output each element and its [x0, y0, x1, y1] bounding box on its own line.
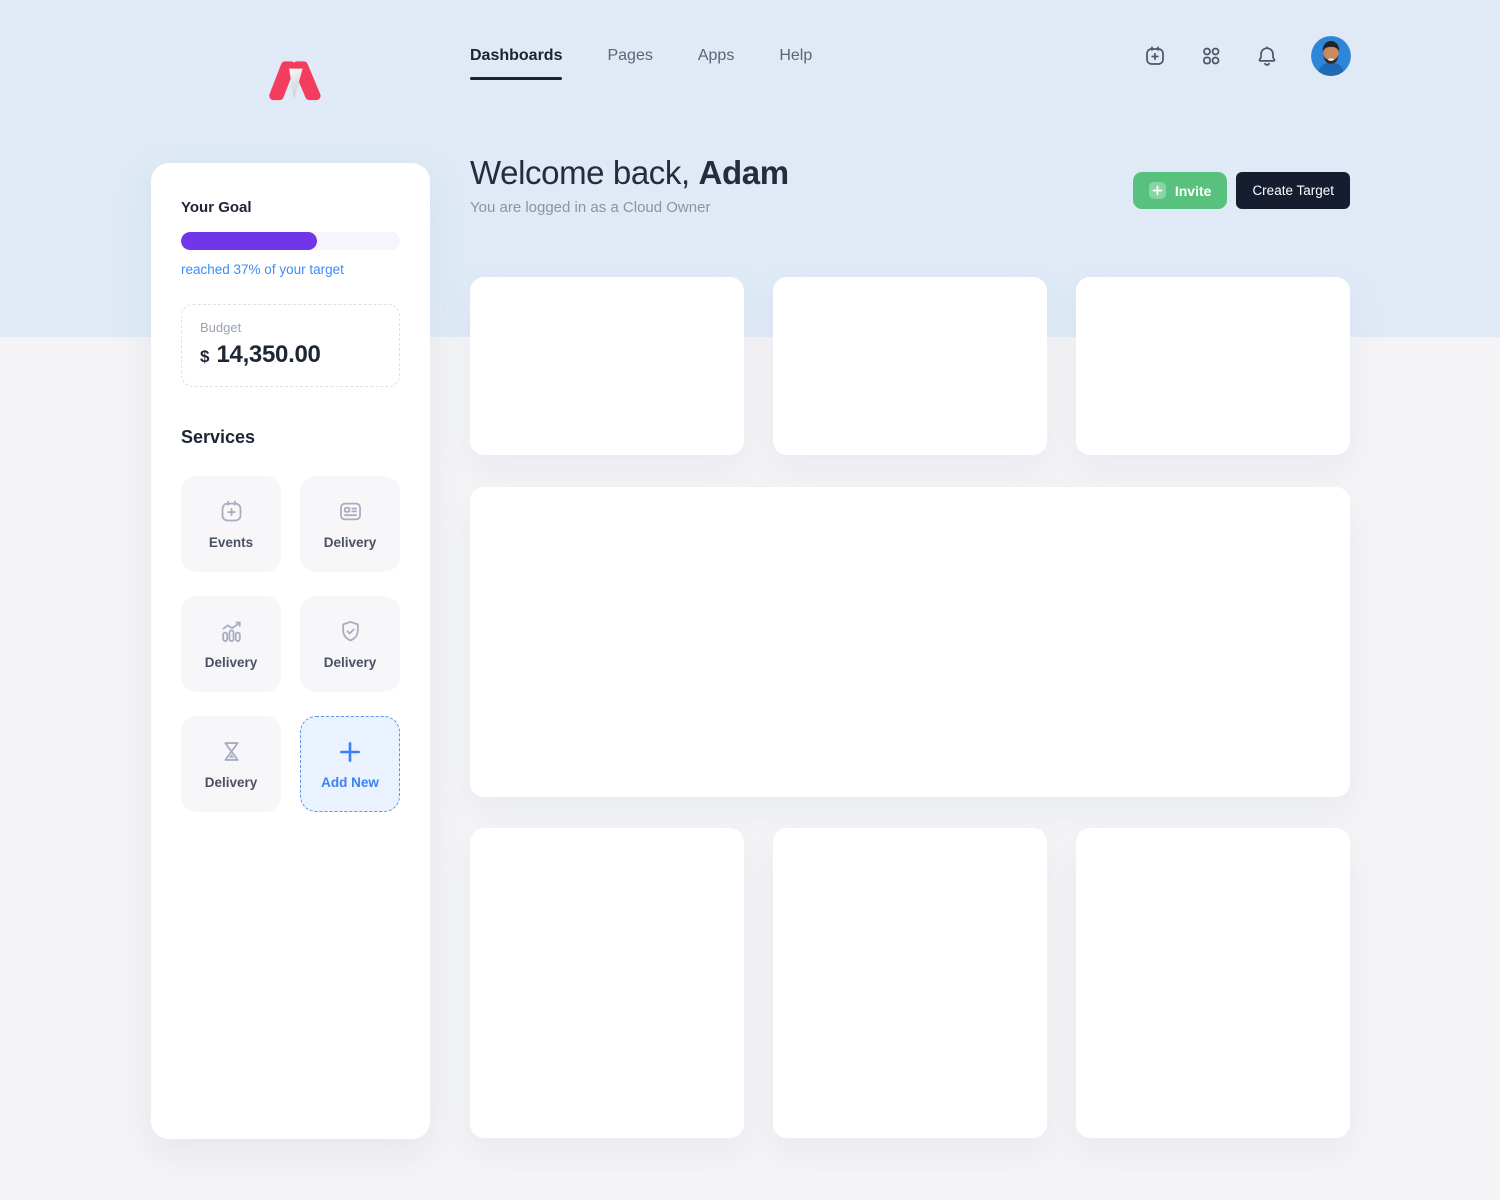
page-title: Welcome back, Adam [470, 154, 789, 192]
header-actions: Invite Create Target [1133, 172, 1350, 209]
tile-label: Events [209, 535, 253, 550]
tile-label: Delivery [205, 775, 258, 790]
news-icon [337, 498, 364, 525]
user-name: Adam [699, 154, 789, 191]
budget-amount: $ 14,350.00 [200, 341, 381, 369]
service-tile-delivery-shield[interactable]: Delivery [300, 596, 400, 692]
cards-row-bottom [470, 828, 1350, 1138]
dashboard-card [773, 277, 1047, 455]
goal-caption: reached 37% of your target [181, 262, 400, 277]
create-target-button[interactable]: Create Target [1236, 172, 1350, 209]
avatar[interactable] [1311, 36, 1351, 76]
budget-currency: $ [200, 347, 209, 367]
tile-label: Delivery [324, 535, 377, 550]
chart-trend-icon [218, 618, 245, 645]
service-tile-delivery-hourglass[interactable]: Delivery [181, 716, 281, 812]
tile-label: Add New [321, 775, 379, 790]
topbar-actions [1143, 0, 1351, 112]
add-new-tile[interactable]: Add New [300, 716, 400, 812]
calendar-add-icon[interactable] [1143, 44, 1167, 68]
goal-progress-fill [181, 232, 317, 250]
tile-label: Delivery [205, 655, 258, 670]
plus-icon [337, 739, 363, 765]
apps-grid-icon[interactable] [1199, 44, 1223, 68]
logo-m-icon [261, 57, 323, 104]
service-tile-events[interactable]: Events [181, 476, 281, 572]
avatar-image [1311, 36, 1351, 76]
main-nav: Dashboards Pages Apps Help [470, 0, 812, 112]
tile-label: Delivery [324, 655, 377, 670]
shield-check-icon [337, 618, 364, 645]
services-title: Services [181, 427, 400, 448]
sidebar-panel: Your Goal reached 37% of your target Bud… [151, 163, 430, 1139]
invite-label: Invite [1175, 183, 1212, 199]
budget-value: 14,350.00 [216, 341, 320, 369]
nav-item-pages[interactable]: Pages [607, 47, 652, 65]
dashboard-card [1076, 277, 1350, 455]
dashboard-card [470, 828, 744, 1138]
service-tile-delivery-news[interactable]: Delivery [300, 476, 400, 572]
page-subtitle: You are logged in as a Cloud Owner [470, 199, 789, 216]
services-grid: Events Delivery Delivery [181, 476, 400, 812]
bell-icon[interactable] [1255, 44, 1279, 68]
nav-item-apps[interactable]: Apps [698, 47, 734, 65]
budget-box: Budget $ 14,350.00 [181, 304, 400, 387]
dashboard-card-large [470, 487, 1350, 797]
goal-progress-bar [181, 232, 400, 250]
dashboard-card [773, 828, 1047, 1138]
calendar-add-icon [218, 498, 245, 525]
budget-label: Budget [200, 320, 381, 335]
nav-item-help[interactable]: Help [779, 47, 812, 65]
service-tile-delivery-chart[interactable]: Delivery [181, 596, 281, 692]
invite-button[interactable]: Invite [1133, 172, 1228, 209]
brand-logo[interactable] [261, 57, 323, 105]
goal-title: Your Goal [181, 199, 400, 216]
dashboard-card [1076, 828, 1350, 1138]
plus-icon [1149, 182, 1166, 199]
nav-item-dashboards[interactable]: Dashboards [470, 47, 562, 65]
hourglass-icon [218, 738, 245, 765]
cards-row-top [470, 277, 1350, 455]
welcome-header: Welcome back, Adam You are logged in as … [470, 154, 789, 216]
dashboard-card [470, 277, 744, 455]
